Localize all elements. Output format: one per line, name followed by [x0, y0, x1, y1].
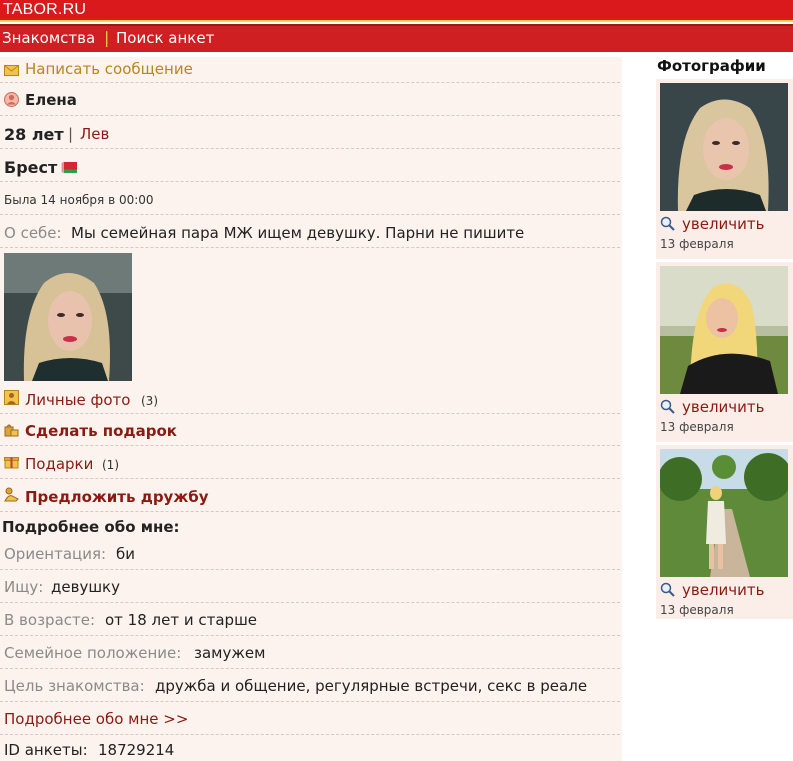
photo-card: увеличить 13 февраля [656, 79, 793, 259]
magnifier-icon [660, 582, 675, 597]
personal-photos-link[interactable]: Личные фото [25, 391, 130, 409]
detail-label: В возрасте: [4, 611, 96, 629]
gifts-link[interactable]: Подарки [25, 455, 93, 473]
more-about-row: Подробнее обо мне >> [0, 702, 620, 735]
detail-row-marital: Семейное положение: замужем [0, 636, 620, 669]
detail-value: девушку [51, 578, 120, 596]
make-gift-link[interactable]: Сделать подарок [25, 422, 177, 440]
site-logo[interactable]: TABOR.RU [3, 1, 86, 19]
detail-value: замужем [194, 644, 266, 662]
detail-value: би [116, 545, 135, 563]
friendship-row: Предложить дружбу [0, 479, 620, 512]
gifts-count: (1) [102, 458, 119, 472]
detail-row-age-range: В возрасте: от 18 лет и старше [0, 603, 620, 636]
photos-sidebar: Фотографии увеличить 13 февраля увеличит… [656, 57, 793, 761]
about-label: О себе: [4, 224, 62, 242]
detail-label: Ориентация: [4, 545, 107, 563]
profile-id-value: 18729214 [98, 741, 175, 759]
detail-label: Семейное положение: [4, 644, 182, 662]
write-message-row: Написать сообщение [0, 57, 620, 83]
about-row: О себе: Мы семейная пара МЖ ищем девушку… [0, 215, 620, 248]
detail-value: от 18 лет и старше [105, 611, 258, 629]
age-row: 28 лет | Лев [0, 116, 620, 149]
city-row: Брест [0, 149, 620, 182]
nav-dating-link[interactable]: Знакомства [2, 29, 95, 47]
personal-photos-row: Личные фото (3) [0, 384, 620, 414]
nav-separator: | [104, 28, 110, 47]
detail-label: Цель знакомства: [4, 677, 145, 695]
photo-card: увеличить 13 февраля [656, 445, 793, 619]
portrait-image [4, 253, 132, 381]
magnifier-icon [660, 399, 675, 414]
gift-stack-icon [4, 424, 19, 437]
photo-thumbnail[interactable] [660, 83, 788, 211]
photo-thumbnail[interactable] [660, 449, 788, 577]
photo-thumbnail[interactable] [660, 266, 788, 394]
age-separator: | [68, 125, 74, 143]
person-photo-icon [4, 390, 19, 405]
zoom-link[interactable]: увеличить [682, 398, 764, 416]
main-profile-photo[interactable] [4, 253, 132, 381]
detail-row-orientation: Ориентация: би [0, 537, 620, 570]
profile-name: Елена [25, 91, 77, 109]
profile-id-label: ID анкеты: [4, 741, 88, 759]
detail-row-seeking: Ищу: девушку [0, 570, 620, 603]
write-message-link[interactable]: Написать сообщение [25, 60, 193, 78]
detail-row-goal: Цель знакомства: дружба и общение, регул… [0, 669, 620, 702]
profile-panel: Написать сообщение Елена 28 лет | Лев Бр… [0, 57, 622, 761]
last-seen-row: Была 14 ноября в 00:00 [0, 182, 620, 215]
profile-id-row: ID анкеты: 18729214 [0, 735, 620, 761]
nav-bar: Знакомства | Поиск анкет [0, 26, 793, 52]
zodiac-link[interactable]: Лев [80, 125, 109, 143]
gift-icon [4, 457, 19, 469]
detail-value: дружба и общение, регулярные встречи, се… [155, 677, 588, 695]
offer-friendship-link[interactable]: Предложить дружбу [25, 488, 209, 506]
photo-date: 13 февраля [660, 420, 734, 434]
outdoor-photo-image [660, 266, 788, 394]
zoom-link[interactable]: увеличить [682, 581, 764, 599]
envelope-icon [4, 65, 19, 76]
magnifier-icon [660, 216, 675, 231]
handshake-icon [4, 487, 19, 502]
zoom-link[interactable]: увеличить [682, 215, 764, 233]
last-seen-text: Была 14 ноября в 00:00 [4, 193, 154, 207]
name-row: Елена [0, 83, 620, 116]
nav-search-link[interactable]: Поиск анкет [116, 29, 214, 47]
belarus-flag-icon [61, 162, 77, 173]
personal-photos-count: (3) [141, 394, 158, 408]
photos-title: Фотографии [657, 57, 766, 75]
photo-date: 13 февраля [660, 237, 734, 251]
detail-label: Ищу: [4, 578, 44, 596]
details-heading: Подробнее обо мне: [2, 518, 180, 536]
photo-date: 13 февраля [660, 603, 734, 617]
profile-age: 28 лет [4, 125, 64, 144]
park-photo-image [660, 449, 788, 577]
photo-card: увеличить 13 февраля [656, 262, 793, 442]
top-bar: TABOR.RU [0, 0, 793, 20]
more-about-link[interactable]: Подробнее обо мне >> [4, 710, 188, 728]
gifts-row: Подарки (1) [0, 446, 620, 479]
make-gift-row: Сделать подарок [0, 414, 620, 446]
user-icon [4, 92, 19, 107]
portrait-image [660, 83, 788, 211]
about-text: Мы семейная пара МЖ ищем девушку. Парни … [71, 224, 525, 242]
profile-city: Брест [4, 158, 58, 177]
